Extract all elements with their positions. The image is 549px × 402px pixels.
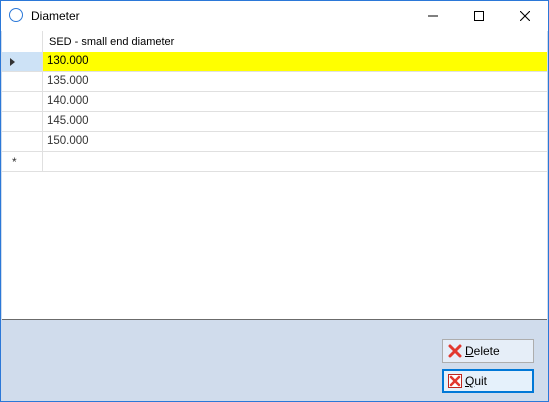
new-row[interactable]: * [2,152,547,172]
close-icon [520,11,530,21]
table-row[interactable]: 145.000 [2,112,547,132]
cell-value: 140.000 [47,95,89,107]
table-row[interactable]: 140.000 [2,92,547,112]
table-cell-new[interactable] [43,152,547,172]
table-cell[interactable]: 135.000 [43,72,547,92]
row-header-new[interactable]: * [2,152,43,172]
table-cell[interactable]: 145.000 [43,112,547,132]
minimize-icon [428,15,438,17]
diameter-window: Diameter SED - small end diameter 130.00… [0,0,549,402]
row-header-current[interactable] [2,52,43,72]
title-bar[interactable]: Diameter [1,1,548,31]
grid-corner-header[interactable] [2,31,43,53]
asterisk-icon: * [12,155,17,169]
table-cell[interactable]: 140.000 [43,92,547,112]
table-row[interactable]: 135.000 [2,72,547,92]
window-title: Diameter [31,9,80,23]
column-header-label: SED - small end diameter [49,36,175,48]
cell-value: 145.000 [47,115,89,127]
app-circle-icon [9,8,23,22]
delete-button-label: Delete [465,344,500,358]
quit-button-label: Quit [465,374,488,388]
quit-button[interactable]: Quit [442,369,534,393]
delete-x-icon [448,344,462,358]
table-row[interactable]: 130.000 [2,52,547,72]
close-button[interactable] [502,1,548,31]
row-pointer-icon [10,58,15,66]
table-cell-selected[interactable]: 130.000 [43,52,547,72]
row-header[interactable] [2,112,43,132]
minimize-button[interactable] [410,1,456,31]
delete-button[interactable]: Delete [442,339,534,363]
table-row[interactable]: 150.000 [2,132,547,152]
cell-value: 150.000 [47,135,89,147]
column-header-sed[interactable]: SED - small end diameter [43,31,547,53]
grid-empty-area [2,172,547,319]
table-cell[interactable]: 150.000 [43,132,547,152]
cell-value: 135.000 [47,75,89,87]
row-header[interactable] [2,92,43,112]
cell-value: 130.000 [47,55,89,67]
row-header[interactable] [2,132,43,152]
maximize-icon [474,11,484,21]
diameter-grid[interactable]: SED - small end diameter 130.000 135.000… [2,31,547,320]
quit-x-box-icon [448,374,462,388]
maximize-button[interactable] [456,1,502,31]
row-header[interactable] [2,72,43,92]
